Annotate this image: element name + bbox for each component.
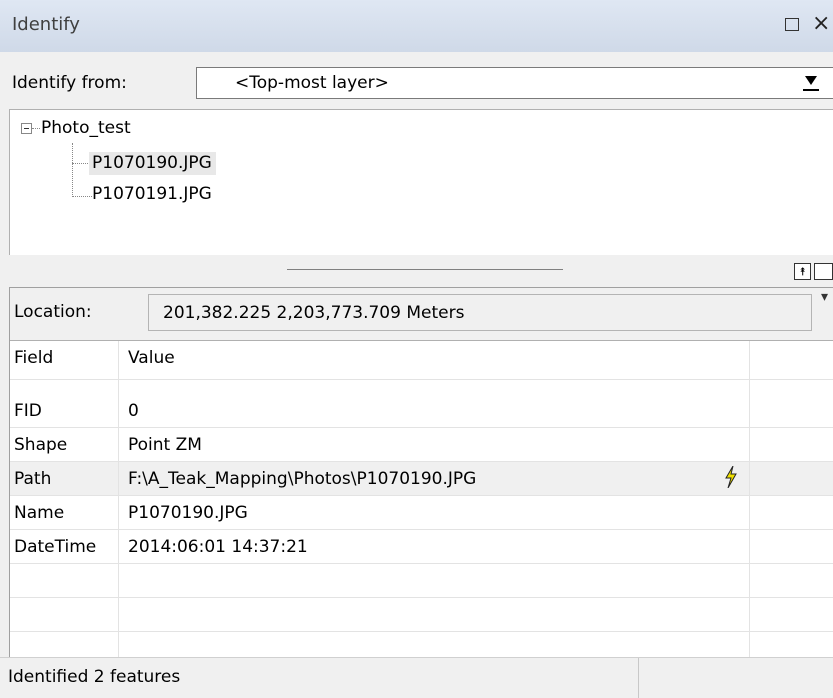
field-value: 2014:06:01 14:37:21 [128,537,308,557]
tree-root-layer[interactable]: Photo_test [41,118,131,138]
location-value: 201,382.225 2,203,773.709 Meters [163,303,465,323]
table-row-empty [10,564,833,598]
identify-from-value: <Top-most layer> [235,73,389,93]
tree-connector [72,196,92,197]
tree-item-feature[interactable]: P1070191.JPG [92,184,212,204]
location-label: Location: [14,302,92,322]
table-row-empty [10,632,833,658]
field-value: P1070190.JPG [128,503,248,523]
dropdown-arrow-underline [803,89,819,91]
tree-connector [72,143,73,197]
field-value: Point ZM [128,435,202,455]
field-name: FID [14,401,42,421]
table-row[interactable]: Name P1070190.JPG [10,496,833,530]
table-row[interactable]: Path F:\A_Teak_Mapping\Photos\P1070190.J… [10,462,833,496]
column-header-field[interactable]: Field [14,348,53,368]
table-header-row: Field Value [10,341,833,380]
close-icon[interactable]: × [812,11,830,36]
identify-from-label: Identify from: [12,73,127,93]
table-row[interactable]: Shape Point ZM [10,428,833,462]
field-value: 0 [128,401,139,421]
table-row[interactable]: DateTime 2014:06:01 14:37:21 [10,530,833,564]
field-name: Shape [14,435,68,455]
layout-toggle-icon[interactable] [814,263,833,280]
window-titlebar: Identify × [0,0,833,52]
pin-icon[interactable]: ▾ [821,289,828,305]
status-divider [638,658,639,698]
status-bar: Identified 2 features [0,657,833,698]
field-name: Name [14,503,65,523]
identify-from-dropdown[interactable]: <Top-most layer> [196,67,833,99]
lightning-icon[interactable] [724,465,738,493]
column-divider[interactable] [749,341,750,658]
column-header-value[interactable]: Value [128,348,175,368]
expand-up-icon[interactable]: ⯭ [794,263,811,280]
chevron-down-icon[interactable] [805,76,817,85]
table-row[interactable]: FID 0 [10,394,833,428]
field-name: DateTime [14,537,97,557]
column-divider[interactable] [118,341,119,658]
status-text: Identified 2 features [8,667,181,687]
table-row-empty [10,598,833,632]
identify-from-row: Identify from: <Top-most layer> [0,52,833,106]
location-field[interactable]: 201,382.225 2,203,773.709 Meters [148,294,812,331]
tree-item-feature[interactable]: P1070190.JPG [89,152,216,175]
field-value: F:\A_Teak_Mapping\Photos\P1070190.JPG [128,469,477,489]
results-tree: Photo_test P1070190.JPG P1070191.JPG [9,109,833,255]
window-title: Identify [12,14,80,35]
tree-connector [32,128,40,129]
maximize-icon[interactable] [785,18,799,31]
collapse-icon[interactable] [21,123,32,134]
field-name: Path [14,469,52,489]
panel-splitter[interactable] [287,269,563,270]
attribute-table: Field Value FID 0 Shape Point ZM Path F:… [10,340,833,658]
